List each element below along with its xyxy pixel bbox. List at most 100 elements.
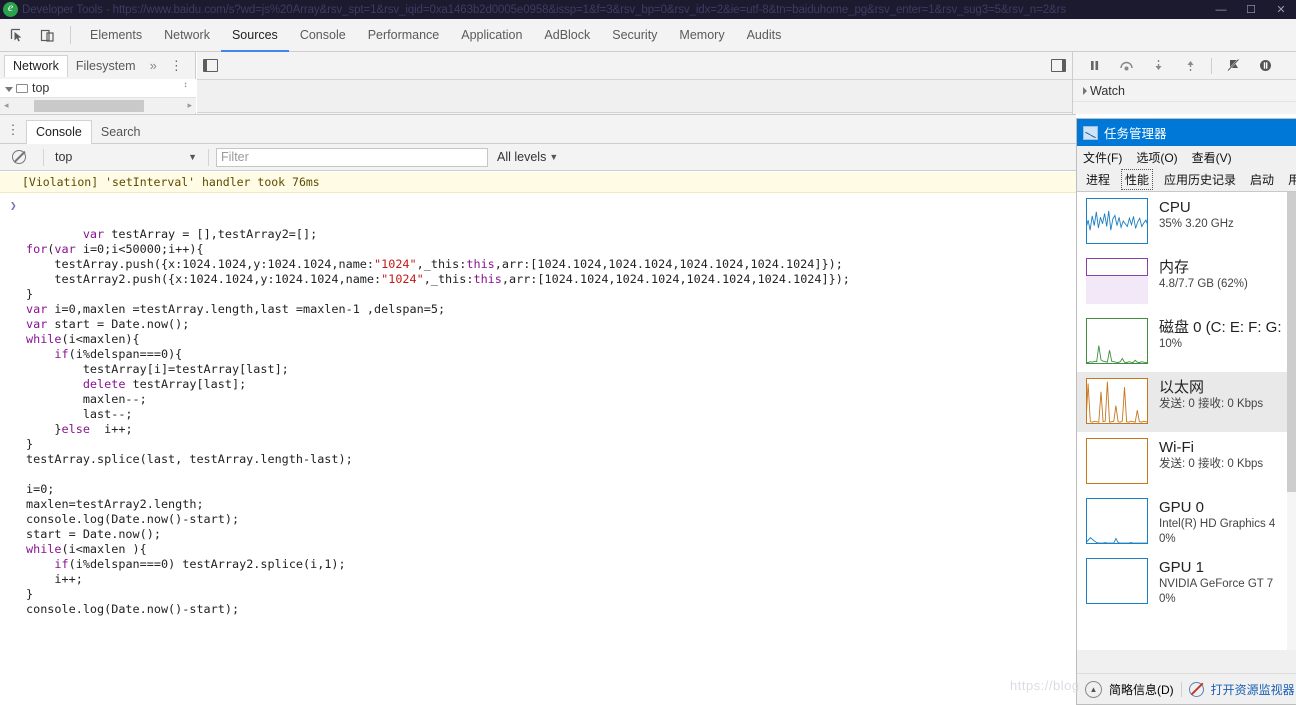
pause-on-exceptions-icon[interactable] <box>1250 53 1280 79</box>
console-message-list[interactable]: [Violation] 'setInterval' handler took 7… <box>0 172 1076 705</box>
console-filter-input[interactable] <box>216 147 488 167</box>
inspect-element-icon[interactable] <box>4 22 30 48</box>
resource-item-text: GPU 1 NVIDIA GeForce GT 7 0% <box>1159 558 1273 607</box>
nav-tab-network[interactable]: Network <box>4 54 68 77</box>
step-into-next-function-call-icon[interactable] <box>1143 53 1173 79</box>
tm-tab-processes[interactable]: 进程 <box>1083 170 1113 189</box>
console-prompt-icon: ❯ <box>10 199 17 212</box>
resource-item-detail: 发送: 0 接收: 0 Kbps <box>1159 458 1264 470</box>
footer-divider <box>1180 681 1182 697</box>
scrollbar-thumb[interactable] <box>1287 192 1296 492</box>
resource-item-detail: Intel(R) HD Graphics 4 <box>1159 518 1276 530</box>
task-manager-scrollbar[interactable] <box>1287 192 1296 650</box>
window-controls: — ☐ ✕ <box>1206 0 1296 19</box>
console-input-expression[interactable]: ❯ var testArray = [],testArray2=[]; for(… <box>0 193 1076 632</box>
task-manager-menubar: 文件(F) 选项(O) 查看(V) <box>1077 146 1296 168</box>
tab-audits[interactable]: Audits <box>736 19 793 52</box>
deactivate-breakpoints-icon[interactable] <box>1218 53 1248 79</box>
task-manager-item[interactable]: 内存 4.8/7.7 GB (62%) <box>1077 252 1296 312</box>
debugger-divider <box>1211 57 1212 74</box>
drawer-tab-console[interactable]: Console <box>26 119 92 144</box>
nav-tab-filesystem[interactable]: Filesystem <box>68 55 144 77</box>
task-manager-window: 任务管理器 文件(F) 选项(O) 查看(V) 进程 性能 应用历史记录 启动 … <box>1076 118 1296 705</box>
console-context-selector[interactable]: top ▼ <box>51 148 201 167</box>
navigator-tree-item-label: top <box>32 81 50 95</box>
frame-icon <box>16 83 28 93</box>
devtools-window: Developer Tools - https://www.baidu.com/… <box>0 0 1296 705</box>
toolbar-divider <box>43 148 44 166</box>
resource-item-name: Wi-Fi <box>1159 439 1194 456</box>
menu-view[interactable]: 查看(V) <box>1192 149 1232 166</box>
step-out-of-current-function-icon[interactable] <box>1175 53 1205 79</box>
scroll-left-icon[interactable]: ◂ <box>0 100 13 111</box>
tm-tab-app-history[interactable]: 应用历史记录 <box>1161 170 1239 189</box>
nav-menu-icon[interactable]: ⋮ <box>163 59 190 72</box>
tab-security[interactable]: Security <box>601 19 668 52</box>
resource-mini-graph <box>1086 558 1148 604</box>
fewer-details-label[interactable]: 简略信息(D) <box>1109 681 1174 698</box>
task-manager-item[interactable]: Wi-Fi 发送: 0 接收: 0 Kbps <box>1077 432 1296 492</box>
tab-performance[interactable]: Performance <box>357 19 451 52</box>
tm-tab-startup[interactable]: 启动 <box>1247 170 1277 189</box>
log-levels-label: All levels <box>497 150 547 164</box>
task-manager-tabs: 进程 性能 应用历史记录 启动 用户 <box>1077 168 1296 192</box>
tab-network[interactable]: Network <box>153 19 221 52</box>
chevron-down-icon[interactable] <box>5 86 13 92</box>
resource-mini-graph <box>1086 198 1148 244</box>
task-manager-item[interactable]: GPU 1 NVIDIA GeForce GT 7 0% <box>1077 552 1296 612</box>
maximize-button[interactable]: ☐ <box>1236 0 1266 19</box>
task-manager-item[interactable]: 以太网 发送: 0 接收: 0 Kbps <box>1077 372 1296 432</box>
menu-options[interactable]: 选项(O) <box>1136 149 1177 166</box>
resource-item-detail: 10% <box>1159 338 1183 350</box>
chevron-up-icon[interactable]: ▲ <box>1085 680 1102 698</box>
watermark-text: https://blog <box>1010 678 1080 693</box>
resource-monitor-icon[interactable] <box>1188 681 1204 697</box>
console-context-value: top <box>55 150 73 164</box>
resource-mini-graph <box>1086 438 1148 484</box>
resource-item-text: 以太网 发送: 0 接收: 0 Kbps <box>1159 378 1263 412</box>
task-manager-item[interactable]: CPU 35% 3.20 GHz <box>1077 192 1296 252</box>
task-manager-footer: ▲ 简略信息(D) 打开资源监视器 <box>1077 673 1296 704</box>
step-over-next-function-call-icon[interactable] <box>1111 53 1141 79</box>
navigator-horizontal-scrollbar[interactable]: ◂ ▸ <box>0 97 196 113</box>
resource-mini-graph <box>1086 378 1148 424</box>
close-button[interactable]: ✕ <box>1266 0 1296 19</box>
nav-more-tabs-icon[interactable]: » <box>144 58 163 73</box>
tm-tab-performance[interactable]: 性能 <box>1121 169 1154 190</box>
tab-sources[interactable]: Sources <box>221 19 289 52</box>
resource-item-text: 内存 4.8/7.7 GB (62%) <box>1159 258 1248 292</box>
task-manager-item[interactable]: 磁盘 0 (C: E: F: G: 10% <box>1077 312 1296 372</box>
open-resource-monitor-label[interactable]: 打开资源监视器 <box>1211 681 1295 698</box>
scroll-right-icon[interactable]: ▸ <box>183 100 196 111</box>
task-manager-item[interactable]: GPU 0 Intel(R) HD Graphics 4 0% <box>1077 492 1296 552</box>
pause-script-execution-icon[interactable] <box>1079 53 1109 79</box>
tab-console[interactable]: Console <box>289 19 357 52</box>
navigator-tree-item-top[interactable]: top <box>0 79 196 97</box>
task-manager-resource-list[interactable]: CPU 35% 3.20 GHz 内存 4.8/7.7 GB (62%) 磁盘 0 … <box>1077 192 1296 650</box>
tab-adblock[interactable]: AdBlock <box>533 19 601 52</box>
tab-memory[interactable]: Memory <box>668 19 735 52</box>
tab-elements[interactable]: Elements <box>79 19 153 52</box>
tm-tab-users[interactable]: 用户 <box>1285 170 1296 189</box>
minimize-button[interactable]: — <box>1206 0 1236 19</box>
tab-application[interactable]: Application <box>450 19 533 52</box>
console-log-levels-selector[interactable]: All levels ▼ <box>497 150 558 164</box>
drawer-menu-icon[interactable]: ⋮ <box>0 123 26 136</box>
show-navigator-icon[interactable] <box>203 59 218 72</box>
scrollbar-thumb[interactable] <box>34 100 144 112</box>
debugger-section-watch[interactable]: Watch <box>1073 80 1296 102</box>
chevron-right-icon[interactable] <box>1083 86 1087 95</box>
show-debugger-icon[interactable] <box>1051 59 1066 72</box>
watch-section-label: Watch <box>1090 83 1125 98</box>
console-toolbar: top ▼ All levels ▼ <box>0 144 1076 171</box>
resource-item-text: Wi-Fi 发送: 0 接收: 0 Kbps <box>1159 438 1263 472</box>
task-manager-title: 任务管理器 <box>1104 127 1167 141</box>
clear-console-icon[interactable] <box>12 150 26 164</box>
resource-item-name: 磁盘 0 (C: E: F: G: <box>1159 319 1282 336</box>
device-toolbar-icon[interactable] <box>34 22 60 48</box>
resource-mini-graph <box>1086 498 1148 544</box>
menu-file[interactable]: 文件(F) <box>1083 149 1122 166</box>
resource-item-detail: NVIDIA GeForce GT 7 <box>1159 578 1274 590</box>
navigator-vertical-scroll-arrows[interactable]: ↕ <box>180 81 191 95</box>
drawer-tab-search[interactable]: Search <box>92 120 150 143</box>
